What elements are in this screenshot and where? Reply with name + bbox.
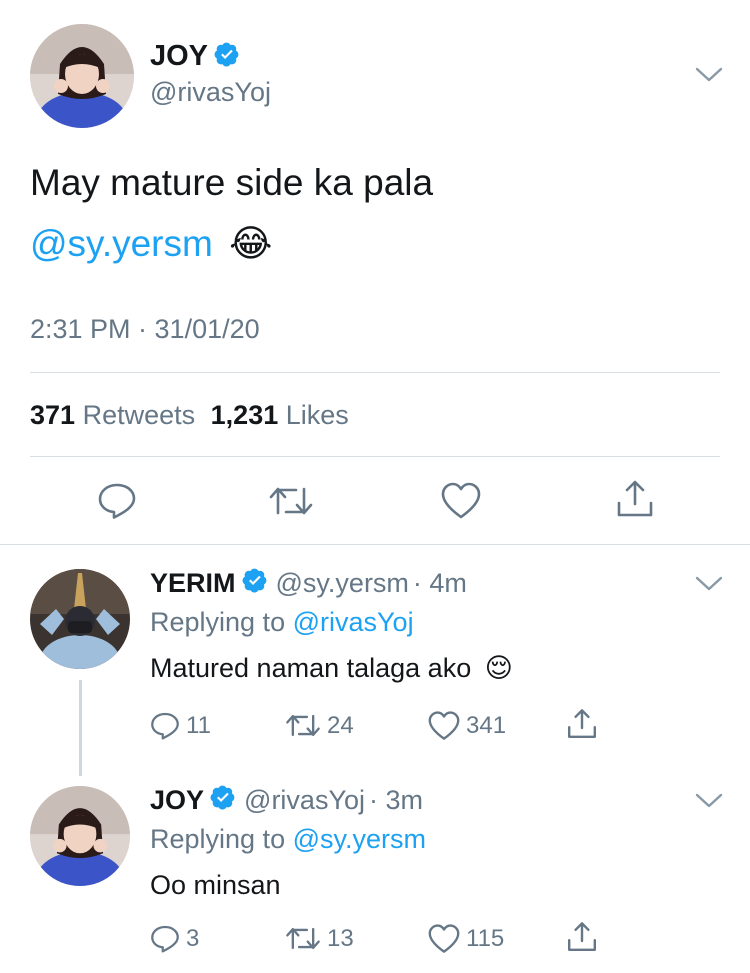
verified-badge-icon bbox=[242, 567, 268, 600]
author-name[interactable]: JOY bbox=[150, 40, 208, 73]
author-name[interactable]: YERIM bbox=[150, 568, 236, 599]
reply-icon bbox=[151, 712, 179, 740]
divider bbox=[30, 456, 720, 457]
share-button[interactable] bbox=[566, 920, 598, 954]
reply-header: JOY @rivasYoj · 3m bbox=[150, 784, 423, 817]
retweet-count: 24 bbox=[327, 711, 354, 739]
like-icon bbox=[428, 711, 460, 740]
reply-tweet[interactable]: JOY @rivasYoj · 3m Replying to @sy.yersm… bbox=[0, 762, 750, 973]
replying-to-link[interactable]: @sy.yersm bbox=[293, 824, 426, 854]
author-handle[interactable]: @sy.yersm bbox=[276, 568, 409, 599]
reply-text: Oo minsan bbox=[150, 870, 281, 900]
like-count: 341 bbox=[466, 712, 507, 739]
divider bbox=[30, 372, 720, 373]
tweet-text: May mature side ka pala bbox=[30, 162, 434, 203]
share-button[interactable] bbox=[566, 707, 598, 741]
share-icon bbox=[568, 709, 596, 738]
reply-icon bbox=[98, 483, 136, 519]
retweet-button[interactable] bbox=[268, 483, 314, 519]
replying-label: Replying to bbox=[150, 607, 286, 637]
like-button[interactable]: 341 bbox=[428, 711, 506, 741]
retweets-count: 371 bbox=[30, 400, 76, 430]
author-handle[interactable]: @rivasYoj bbox=[150, 77, 271, 108]
reply-button[interactable] bbox=[97, 482, 137, 520]
like-button[interactable] bbox=[441, 482, 481, 520]
likes-count: 1,231 bbox=[210, 400, 279, 430]
retweet-count: 13 bbox=[327, 924, 354, 952]
reply-tweet[interactable]: YERIM @sy.yersm · 4m Replying to @rivasY… bbox=[0, 545, 750, 775]
likes-label: Likes bbox=[285, 400, 349, 430]
reply-text: Matured naman talaga ako bbox=[150, 653, 472, 683]
like-button[interactable]: 115 bbox=[428, 924, 504, 954]
tweet-mention-line: @sy.yersm 😂 bbox=[30, 222, 272, 265]
avatar[interactable] bbox=[30, 24, 134, 128]
replying-label: Replying to bbox=[150, 824, 286, 854]
verified-badge-icon bbox=[210, 784, 236, 817]
retweet-button[interactable]: 13 bbox=[285, 924, 354, 953]
replying-to-link[interactable]: @rivasYoj bbox=[293, 607, 414, 637]
reply-button[interactable]: 3 bbox=[150, 924, 199, 954]
like-icon bbox=[428, 924, 460, 953]
emoji: 😂 bbox=[229, 223, 273, 264]
like-icon bbox=[441, 482, 481, 519]
share-icon bbox=[617, 480, 653, 517]
tweet-timestamp[interactable]: 2:31 PM · 31/01/20 bbox=[30, 314, 260, 345]
retweet-button[interactable]: 24 bbox=[285, 711, 354, 740]
reply-count: 11 bbox=[186, 712, 211, 739]
author-handle[interactable]: @rivasYoj bbox=[244, 785, 365, 816]
chevron-down-icon[interactable] bbox=[694, 573, 724, 598]
reply-text-line: Matured naman talaga ako 😌 bbox=[150, 653, 513, 684]
replying-to-line: Replying to @sy.yersm bbox=[150, 824, 426, 855]
avatar[interactable] bbox=[30, 786, 130, 886]
reply-text-line: Oo minsan bbox=[150, 870, 281, 901]
author-name[interactable]: JOY bbox=[150, 785, 204, 816]
retweets-stat[interactable]: 371 Retweets bbox=[30, 400, 203, 430]
chevron-down-icon[interactable] bbox=[694, 790, 724, 815]
verified-badge-icon bbox=[214, 41, 240, 72]
share-icon bbox=[568, 922, 596, 951]
reply-button[interactable]: 11 bbox=[150, 711, 211, 741]
tweet-stats: 371 Retweets 1,231 Likes bbox=[30, 400, 349, 431]
share-button[interactable] bbox=[615, 479, 655, 519]
retweet-icon bbox=[286, 714, 320, 737]
likes-stat[interactable]: 1,231 Likes bbox=[211, 400, 349, 430]
main-tweet: JOY @rivasYoj May mature side ka pala @s… bbox=[0, 0, 750, 545]
chevron-down-icon[interactable] bbox=[694, 64, 724, 89]
reply-header: YERIM @sy.yersm · 4m bbox=[150, 567, 467, 600]
reply-time[interactable]: · 3m bbox=[369, 785, 423, 816]
reply-time[interactable]: · 4m bbox=[413, 568, 467, 599]
author-name-row[interactable]: JOY bbox=[150, 40, 240, 73]
retweets-label: Retweets bbox=[82, 400, 196, 430]
mention-link[interactable]: @sy.yersm bbox=[30, 223, 213, 264]
retweet-icon bbox=[286, 927, 320, 950]
emoji: 😌 bbox=[484, 653, 513, 683]
avatar[interactable] bbox=[30, 569, 130, 669]
reply-icon bbox=[151, 925, 179, 953]
like-count: 115 bbox=[466, 925, 505, 952]
reply-count: 3 bbox=[186, 925, 200, 952]
replying-to-line: Replying to @rivasYoj bbox=[150, 607, 414, 638]
retweet-icon bbox=[269, 487, 313, 515]
